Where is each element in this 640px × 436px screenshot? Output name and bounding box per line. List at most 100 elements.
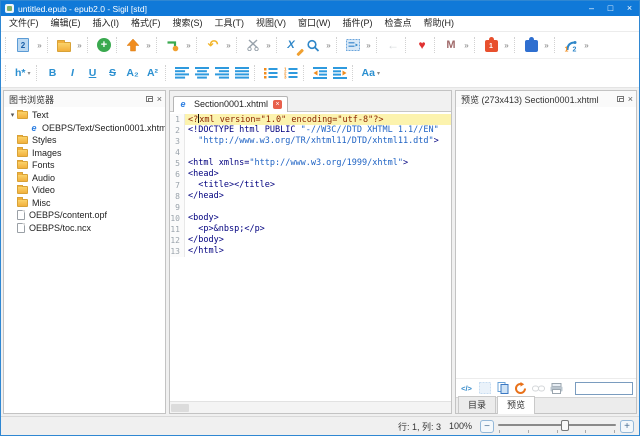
underline-button[interactable]: U [84,63,102,83]
menu-search[interactable]: 搜索(S) [167,16,209,31]
zoom-out-button[interactable]: − [480,420,494,433]
undock-icon[interactable] [617,96,624,102]
tree-item-images[interactable]: Images [4,147,165,160]
indent-button[interactable] [331,63,349,83]
tree-item-fonts[interactable]: Fonts [4,159,165,172]
cut-overflow-chevron[interactable]: » [264,35,273,55]
tab-toc[interactable]: 目录 [458,396,496,413]
find-overflow-chevron[interactable]: » [324,35,333,55]
code-line-4[interactable]: 4 [170,147,451,158]
strikethrough-button[interactable]: S [104,63,122,83]
plugin-2-icon[interactable]: 12 [562,35,580,55]
plugin-1-icon[interactable]: 1 [482,35,500,55]
code-line-11[interactable]: 11 <p>&nbsp;</p> [170,224,451,235]
code-line-8[interactable]: 8</head> [170,191,451,202]
outdent-button[interactable] [311,63,329,83]
superscript-button[interactable]: A² [144,63,162,83]
code-line-5[interactable]: 5<html xmlns="http://www.w3.org/1999/xht… [170,158,451,169]
heading-style-button[interactable]: h*▾ [13,63,33,83]
back-icon[interactable]: ← [384,35,402,55]
tree-item-text[interactable]: ▾Text [4,109,165,122]
code-line-2[interactable]: 2<!DOCTYPE html PUBLIC "-//W3C//DTD XHTM… [170,125,451,136]
print-icon[interactable] [549,381,564,396]
preview-search-input[interactable] [575,382,633,395]
tab-close-button[interactable]: × [273,100,282,109]
close-pane-icon[interactable]: × [628,95,633,104]
checkpoint-save-icon[interactable] [164,35,182,55]
menu-checkpoint[interactable]: 检查点 [379,16,418,31]
save-icon[interactable] [124,35,142,55]
menu-format[interactable]: 格式(F) [125,16,167,31]
copy-icon[interactable] [495,381,510,396]
expand-arrow-icon[interactable]: ▾ [8,111,17,119]
link-icon[interactable] [531,381,546,396]
undo-overflow-chevron[interactable]: » [224,35,233,55]
refresh-icon[interactable] [513,381,528,396]
add-existing-files-icon[interactable]: + [95,35,113,55]
tree-item-video[interactable]: Video [4,184,165,197]
tree-item-misc[interactable]: Misc [4,197,165,210]
scrollbar-thumb[interactable] [171,404,189,412]
align-left-button[interactable] [173,63,191,83]
zoom-slider[interactable] [498,419,616,433]
searches-overflow-chevron[interactable]: » [364,35,373,55]
plugin2-overflow-chevron[interactable]: » [582,35,591,55]
code-line-3[interactable]: 3 "http://www.w3.org/TR/xhtml11/DTD/xhtm… [170,136,451,147]
code-view[interactable]: 1<?xml version="1.0" encoding="utf-8"?>2… [170,112,451,401]
marked-overflow-chevron[interactable]: » [462,35,471,55]
donate-icon[interactable]: ♥ [413,35,431,55]
menu-edit[interactable]: 编辑(E) [45,16,87,31]
marked-text-icon[interactable]: M [442,35,460,55]
align-center-button[interactable] [193,63,211,83]
undock-icon[interactable] [146,96,153,102]
code-line-12[interactable]: 12</body> [170,235,451,246]
casing-button[interactable]: Aa▾ [360,63,382,83]
tab-section0001[interactable]: e Section0001.xhtml × [173,96,288,112]
save-overflow-chevron[interactable]: » [144,35,153,55]
close-button[interactable]: × [620,1,639,16]
code-line-7[interactable]: 7 <title></title> [170,180,451,191]
tree-item-toc-ncx[interactable]: OEBPS/toc.ncx [4,222,165,235]
plugin1-overflow-chevron[interactable]: » [502,35,511,55]
undo-icon[interactable]: ↶ [204,35,222,55]
horizontal-scrollbar[interactable] [170,401,451,413]
align-justify-button[interactable] [233,63,251,83]
tab-preview[interactable]: 预览 [497,396,535,414]
code-line-6[interactable]: 6<head> [170,169,451,180]
numbered-list-button[interactable]: 123 [282,63,300,83]
bold-button[interactable]: B [44,63,62,83]
code-line-9[interactable]: 9 [170,202,451,213]
cut-icon[interactable] [244,35,262,55]
code-line-1[interactable]: 1<?xml version="1.0" encoding="utf-8"?> [170,114,451,125]
checkpoint-overflow-chevron[interactable]: » [184,35,193,55]
open-overflow-chevron[interactable]: » [75,35,84,55]
italic-button[interactable]: I [64,63,82,83]
bullet-list-button[interactable] [262,63,280,83]
manage-plugins-icon[interactable] [522,35,540,55]
saved-searches-icon[interactable] [344,35,362,55]
tree-item-section0001[interactable]: eOEBPS/Text/Section0001.xhtml [4,122,165,135]
new-overflow-chevron[interactable]: » [35,35,44,55]
menu-help[interactable]: 帮助(H) [418,16,461,31]
open-file-icon[interactable] [55,35,73,55]
menu-tools[interactable]: 工具(T) [209,16,251,31]
tree-item-content-opf[interactable]: OEBPS/content.opf [4,209,165,222]
menu-view[interactable]: 视图(V) [250,16,292,31]
spellcheck-icon[interactable]: X [284,35,302,55]
align-right-button[interactable] [213,63,231,83]
maximize-button[interactable]: □ [601,1,620,16]
select-all-icon[interactable] [477,381,492,396]
menu-plugins[interactable]: 插件(P) [337,16,379,31]
code-line-10[interactable]: 10<body> [170,213,451,224]
titlebar[interactable]: untitled.epub - epub2.0 - Sigil [std] – … [1,1,639,16]
find-replace-icon[interactable] [304,35,322,55]
menu-insert[interactable]: 插入(I) [87,16,126,31]
close-pane-icon[interactable]: × [157,95,162,104]
code-line-13[interactable]: 13</html> [170,246,451,257]
plugins-overflow-chevron[interactable]: » [542,35,551,55]
tree-item-audio[interactable]: Audio [4,172,165,185]
tree-item-styles[interactable]: Styles [4,134,165,147]
zoom-in-button[interactable]: + [620,420,634,433]
menu-file[interactable]: 文件(F) [3,16,45,31]
inspect-icon[interactable]: </> [459,381,474,396]
